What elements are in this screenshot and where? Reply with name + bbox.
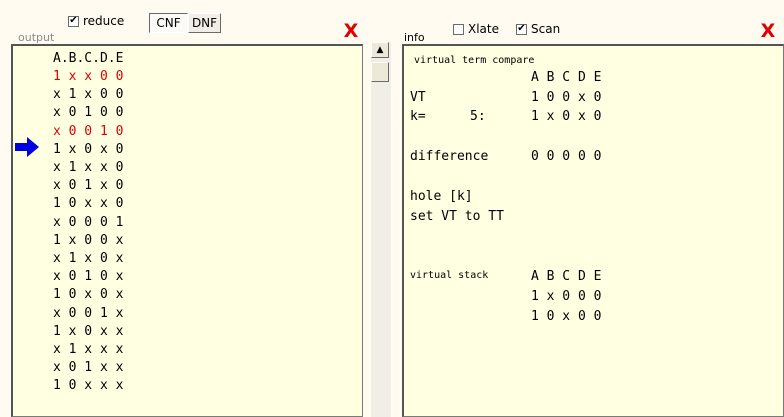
difference-value: 0 0 0 0 0: [531, 149, 602, 164]
xlate-checkbox[interactable]: [453, 23, 464, 35]
output-term-row: x 0 0 1 x: [53, 305, 124, 321]
dnf-button[interactable]: DNF: [188, 13, 221, 33]
stack-row: 1 x 0 0 0: [531, 289, 602, 304]
scroll-up-button[interactable]: ▲: [371, 42, 389, 58]
k-term: 1 x 0 x 0: [531, 109, 602, 124]
reduce-label: reduce: [83, 14, 125, 28]
output-term-row: x 0 1 x x: [53, 360, 124, 376]
k-value: 5:: [470, 109, 486, 124]
reduce-checkbox-group[interactable]: ✔ reduce: [68, 14, 124, 28]
output-term-row: x 0 1 0 x: [53, 269, 124, 285]
difference-label: difference: [410, 149, 489, 164]
hole-line: hole [k]: [410, 189, 473, 204]
output-term-row: 1 0 x 0 x: [53, 287, 124, 303]
reduce-checkbox[interactable]: ✔: [68, 15, 79, 27]
cnf-button[interactable]: CNF: [149, 13, 188, 33]
output-term-row: 1 x x 0 0: [53, 69, 124, 84]
stack-header: A B C D E: [531, 269, 602, 284]
virtual-stack-title: virtual stack: [410, 270, 489, 281]
xlate-label: Xlate: [468, 22, 499, 36]
output-term-row: x 1 x x x: [53, 342, 124, 357]
output-panel-title: output: [18, 31, 55, 44]
output-term-row: 1 0 x x 0: [53, 196, 124, 212]
vt-label: VT: [410, 90, 426, 105]
output-term-row: 1 0 x x x: [53, 378, 124, 394]
stack-row: 1 0 x 0 0: [531, 309, 602, 324]
xlate-checkbox-group[interactable]: Xlate: [453, 22, 499, 36]
output-term-row: 1 x 0 0 x: [53, 232, 124, 248]
scan-checkbox[interactable]: ✔: [516, 23, 527, 35]
output-term-row: x 0 1 x 0: [53, 178, 124, 194]
info-panel: virtual term compare A B C D E VT 1 0 0 …: [402, 44, 784, 417]
output-term-row: x 1 x x 0: [53, 160, 124, 175]
scroll-up-icon: ▲: [376, 45, 384, 55]
output-close-icon[interactable]: X: [342, 21, 360, 41]
info-close-icon[interactable]: X: [759, 21, 777, 41]
set-vt-line: set VT to TT: [410, 209, 504, 224]
output-header: A.B.C.D.E: [53, 51, 124, 66]
scroll-thumb[interactable]: [371, 62, 389, 82]
output-scrollbar[interactable]: ▲: [371, 42, 391, 417]
vt-header: A B C D E: [531, 70, 602, 85]
k-label: k=: [410, 109, 426, 124]
vt-compare-title: virtual term compare: [414, 55, 535, 66]
output-term-row: x 0 1 0 0: [53, 105, 124, 121]
output-panel: A.B.C.D.E 1 x x 0 0 x 1 x 0 0 x 0 1 0 0 x 0…: [11, 44, 363, 417]
vt-value: 1 0 0 x 0: [531, 90, 602, 105]
scan-label: Scan: [531, 22, 561, 36]
output-term-row: x 1 x 0 x: [53, 251, 124, 266]
info-panel-title: info: [404, 31, 425, 44]
output-term-row: x 1 x 0 0: [53, 87, 124, 103]
current-row-arrow-icon: [15, 137, 39, 157]
output-term-row: 1 x 0 x 0: [53, 141, 124, 157]
scan-checkbox-group[interactable]: ✔ Scan: [516, 22, 560, 36]
output-term-row: x 0 0 0 1: [53, 214, 124, 230]
output-term-row: x 0 0 1 0: [53, 123, 124, 139]
output-term-row: 1 x 0 x x: [53, 323, 124, 339]
